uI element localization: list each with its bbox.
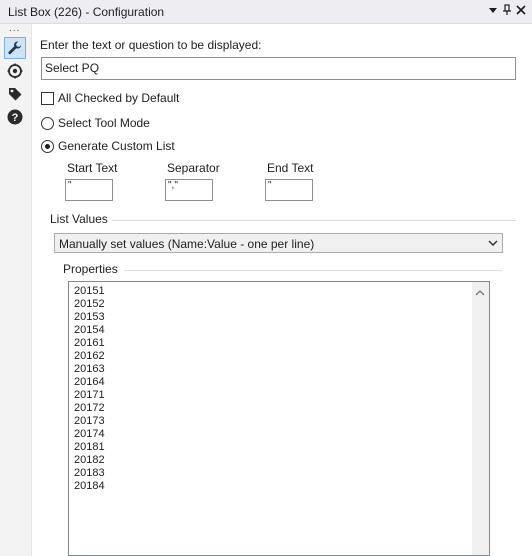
property-line: 20171 — [74, 389, 105, 401]
tag-icon[interactable] — [4, 83, 26, 105]
list-values-dropdown[interactable]: Manually set values (Name:Value - one pe… — [54, 233, 503, 253]
start-text-label: Start Text — [67, 161, 118, 175]
property-line: 20184 — [74, 480, 105, 492]
properties-label: Properties — [63, 262, 118, 276]
properties-lines: 20151 20152 20153 20154 20161 20162 20163 20164… — [74, 285, 105, 493]
prompt-label: Enter the text or question to be display… — [40, 38, 262, 52]
property-line: 20174 — [74, 428, 105, 440]
generate-custom-list-label: Generate Custom List — [58, 139, 175, 153]
chevron-down-icon — [487, 237, 499, 252]
close-icon[interactable] — [515, 4, 527, 18]
property-line: 20183 — [74, 467, 105, 479]
property-line: 20162 — [74, 350, 105, 362]
all-checked-label: All Checked by Default — [58, 91, 180, 105]
svg-text:?: ? — [12, 112, 19, 124]
property-line: 20154 — [74, 324, 105, 336]
property-line: 20161 — [74, 337, 105, 349]
properties-textarea[interactable]: 20151 20152 20153 20154 20161 20162 20163 20164… — [68, 281, 490, 556]
list-values-label: List Values — [50, 212, 108, 226]
config-panel: Enter the text or question to be display… — [32, 24, 532, 556]
window-title: List Box (226) - Configuration — [8, 5, 165, 19]
generate-custom-list-radio[interactable] — [41, 140, 54, 153]
dropdown-arrow-icon[interactable] — [487, 4, 499, 18]
property-line: 20181 — [74, 441, 105, 453]
all-checked-checkbox[interactable] — [41, 92, 54, 105]
property-line: 20153 — [74, 311, 105, 323]
more-options-icon[interactable]: ... — [9, 24, 20, 34]
properties-divider — [124, 270, 502, 271]
property-line: 20172 — [74, 402, 105, 414]
select-tool-mode-label: Select Tool Mode — [58, 116, 150, 130]
end-text-input[interactable]: " — [265, 179, 313, 201]
title-bar: List Box (226) - Configuration — [0, 0, 532, 24]
property-line: 20173 — [74, 415, 105, 427]
dropdown-selected-value: Manually set values (Name:Value - one pe… — [59, 237, 315, 251]
pin-icon[interactable] — [501, 4, 513, 18]
tool-sidebar: ... ? — [0, 24, 32, 556]
select-tool-mode-radio[interactable] — [41, 117, 54, 130]
separator-label: Separator — [167, 161, 220, 175]
property-line: 20151 — [74, 285, 105, 297]
start-text-input[interactable]: " — [65, 179, 113, 201]
chevron-up-icon[interactable] — [475, 286, 485, 300]
prompt-input[interactable]: Select PQ — [41, 57, 516, 80]
end-text-label: End Text — [267, 161, 314, 175]
help-icon[interactable]: ? — [4, 106, 26, 128]
property-line: 20163 — [74, 363, 105, 375]
property-line: 20164 — [74, 376, 105, 388]
separator-input[interactable]: "," — [165, 179, 213, 201]
list-values-divider — [112, 220, 516, 221]
vertical-scrollbar[interactable] — [472, 282, 489, 555]
property-line: 20152 — [74, 298, 105, 310]
wrench-icon[interactable] — [4, 37, 26, 59]
property-line: 20182 — [74, 454, 105, 466]
target-icon[interactable] — [4, 60, 26, 82]
